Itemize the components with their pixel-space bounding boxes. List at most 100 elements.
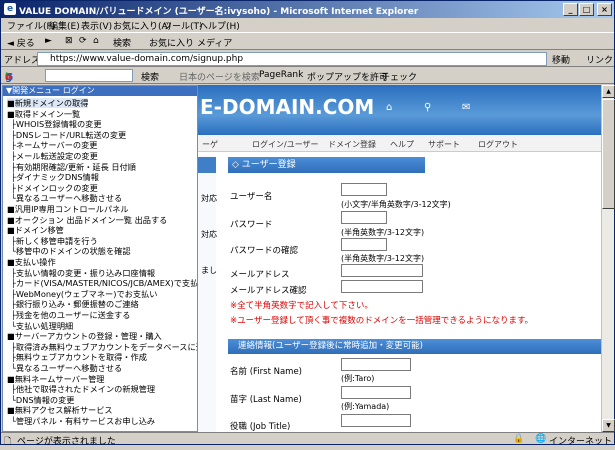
first-name-input[interactable] xyxy=(341,358,411,371)
mail-icon[interactable]: ✉ xyxy=(462,102,470,113)
media-button[interactable]: メディア xyxy=(197,36,232,49)
google-search-button[interactable]: 検索 xyxy=(141,70,159,83)
menu-item[interactable]: └異なるユーザーへ移動させる xyxy=(11,193,122,203)
vertical-scrollbar[interactable]: ▲ ▼ xyxy=(601,85,615,432)
menu-help[interactable]: ヘルプ(H) xyxy=(199,19,240,32)
lock-icon: 🔒 xyxy=(513,434,525,444)
menu-edit[interactable]: 編集(E) xyxy=(49,19,80,32)
menu-item[interactable]: ■支払い操作 xyxy=(7,257,56,267)
back-button[interactable]: ◄ 戻る xyxy=(7,36,35,49)
left-column-header xyxy=(198,157,216,173)
page-content: E-DOMAIN.COM ⌂ ⚲ ✉ ーゲ ログイン/ユーザー ドメイン登録 ヘ… xyxy=(2,85,601,432)
last-name-hint: (例:Yamada) xyxy=(341,402,390,411)
left-column-text: 対応 xyxy=(201,194,217,203)
menu-item[interactable]: ├取得済み無料ウェブアカウントをデータベースに追加 xyxy=(11,342,197,352)
browser-window: e VALUE DOMAIN/バリュードメイン (ユーザー名:ivysoho) … xyxy=(0,0,615,447)
popup-allow-button[interactable]: ポップアップを許可 xyxy=(307,70,388,83)
menu-item[interactable]: ├WebMoney(ウェブマネー)でお支払い xyxy=(11,289,157,299)
favorites-button[interactable]: お気に入り xyxy=(149,36,194,49)
menu-item[interactable]: ■オークション 出品ドメイン一覧 出品する xyxy=(7,215,167,225)
menu-item[interactable]: ■新規ドメインの取得 xyxy=(7,98,89,108)
check-button[interactable]: チェック xyxy=(381,70,417,83)
title-bar[interactable]: e VALUE DOMAIN/バリュードメイン (ユーザー名:ivysoho) … xyxy=(1,1,614,18)
menu-view[interactable]: 表示(V) xyxy=(81,19,112,32)
minimize-button[interactable]: _ xyxy=(563,3,578,16)
menu-item[interactable]: ├新しく移管申請を行う xyxy=(11,236,98,246)
links-button[interactable]: リンク xyxy=(586,53,613,66)
status-text: ページが表示されました xyxy=(17,437,116,447)
menu-item[interactable]: ■取得ドメイン一覧 xyxy=(7,109,80,119)
nav-help[interactable]: ヘルプ xyxy=(390,139,414,150)
close-button[interactable]: × xyxy=(597,3,612,16)
menu-item[interactable]: └移管中のドメインの状態を確認 xyxy=(11,246,131,256)
menu-item[interactable]: ■サーバーアカウントの登録・管理・購入 xyxy=(7,331,162,341)
password-input[interactable] xyxy=(341,211,387,224)
note-halfwidth: ※全て半角英数字で記入して下さい。 xyxy=(230,301,373,311)
password-label: パスワード xyxy=(230,220,273,230)
email-confirm-label: メールアドレス確認 xyxy=(230,286,307,296)
google-japan-search[interactable]: 日本のページを検索 xyxy=(179,70,260,83)
menu-tools[interactable]: ツール(T) xyxy=(163,19,203,32)
search-button[interactable]: 検索 xyxy=(113,36,131,49)
dropdown-menu: ▼開発メニュー ログイン ■新規ドメインの取得 ■取得ドメイン一覧 ├WHOIS登録… xyxy=(2,85,198,432)
job-title-label: 役職 (Job Title) xyxy=(230,422,291,432)
menu-item[interactable]: ├メール転送設定の変更 xyxy=(11,151,98,161)
menu-item[interactable]: ├ドメインロックの変更 xyxy=(11,183,98,193)
password-hint: (半角英数字/3-12文字) xyxy=(341,228,425,237)
menu-item[interactable]: └DNS情報の変更 xyxy=(11,395,75,405)
menu-bar: ファイル(F) 編集(E) 表示(V) お気に入り(A) ツール(T) ヘルプ(… xyxy=(1,18,614,32)
nav-partial: ーゲ xyxy=(202,140,218,149)
menu-item[interactable]: ■無料ネームサーバー管理 xyxy=(7,374,104,384)
password-confirm-label: パスワードの確認 xyxy=(230,246,299,256)
email-confirm-input[interactable] xyxy=(341,280,423,293)
home-button[interactable]: ⌂ xyxy=(93,36,99,46)
nav-login-user[interactable]: ログイン/ユーザー xyxy=(252,139,319,150)
google-logo: Google - xyxy=(5,70,14,83)
menu-item[interactable]: ├ダイナミックDNS情報 xyxy=(11,172,99,182)
job-title-input[interactable] xyxy=(341,414,411,427)
go-button[interactable]: 移動 xyxy=(552,53,570,66)
menu-item[interactable]: ■汎用IP専用コントロールパネル xyxy=(7,204,129,214)
scroll-up-icon[interactable]: ▲ xyxy=(602,85,615,98)
nav-support[interactable]: サポート xyxy=(428,139,460,150)
maximize-button[interactable]: □ xyxy=(579,3,594,16)
menu-item[interactable]: └支払い処理明細 xyxy=(11,321,73,331)
password-confirm-input[interactable] xyxy=(341,238,387,251)
google-search-input[interactable] xyxy=(45,69,133,82)
menu-header[interactable]: ▼開発メニュー ログイン xyxy=(3,86,197,96)
menu-item[interactable]: ├有効期限確認/更新・延長 日付順 xyxy=(11,162,136,172)
last-name-label: 苗字 (Last Name) xyxy=(230,395,302,405)
scroll-down-icon[interactable]: ▼ xyxy=(602,419,615,432)
last-name-input[interactable] xyxy=(341,386,411,399)
address-input[interactable]: https://www.value-domain.com/signup.php xyxy=(37,52,547,66)
scroll-thumb[interactable] xyxy=(602,99,615,209)
menu-item[interactable]: ├WHOIS登録情報の変更 xyxy=(11,119,102,129)
email-input[interactable] xyxy=(341,264,423,277)
username-label: ユーザー名 xyxy=(230,192,273,202)
note-multi-domain: ※ユーザー登録して頂く事で複数のドメインを一括管理できるようになります。 xyxy=(230,316,534,326)
search-icon[interactable]: ⚲ xyxy=(424,102,431,113)
menu-item[interactable]: ├DNSレコード/URL転送の変更 xyxy=(11,130,126,140)
home-icon[interactable]: ⌂ xyxy=(386,102,392,113)
forward-button[interactable]: ► xyxy=(45,36,52,46)
menu-item[interactable]: ■無料アクセス解析サービス xyxy=(7,405,113,415)
contact-section-title: 連絡情報(ユーザー登録後に常時追加・変更可能) xyxy=(228,339,601,354)
menu-item[interactable]: ├支払い情報の変更・振り込み口座情報 xyxy=(11,268,155,278)
site-logo[interactable]: E-DOMAIN.COM xyxy=(200,95,374,119)
menu-item[interactable]: ├銀行振り込み・郵便振替のご連絡 xyxy=(11,299,139,309)
menu-file[interactable]: ファイル(F) xyxy=(7,19,55,32)
stop-button[interactable]: ⊠ xyxy=(65,36,73,46)
menu-item[interactable]: ├無料ウェブアカウントを取得・作成 xyxy=(11,352,147,362)
refresh-button[interactable]: ⟳ xyxy=(79,36,87,46)
menu-item[interactable]: ├他社で取得されたドメインの新規管理 xyxy=(11,384,155,394)
menu-item[interactable]: ├残金を他のユーザーに送金する xyxy=(11,310,130,320)
nav-logout[interactable]: ログアウト xyxy=(478,139,518,150)
username-input[interactable] xyxy=(341,183,387,196)
menu-item[interactable]: └異なるユーザーへ移動させる xyxy=(11,363,122,373)
menu-item[interactable]: ■ドメイン移管 xyxy=(7,225,64,235)
menu-item[interactable]: └管理パネル・有料サービスお申し込み xyxy=(11,416,155,426)
globe-icon: 🌐 xyxy=(535,434,547,444)
menu-item[interactable]: ├ネームサーバーの変更 xyxy=(11,140,97,150)
menu-item[interactable]: ├カード(VISA/MASTER/NICOS/JCB/AMEX)で支払い xyxy=(11,278,197,288)
nav-domain-register[interactable]: ドメイン登録 xyxy=(328,139,376,150)
